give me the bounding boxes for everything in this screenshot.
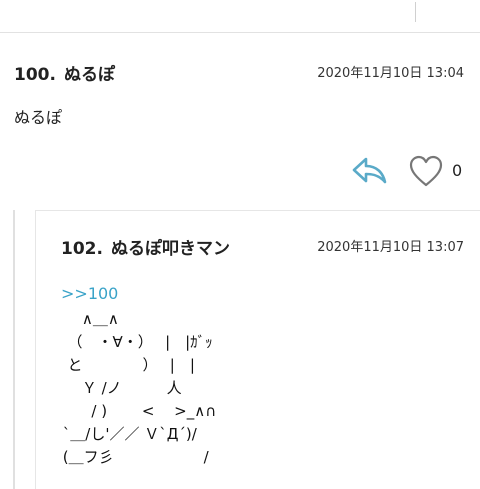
ascii-art-line: / ) < >_∧∩ (58, 402, 217, 420)
comment-number: 100. (14, 65, 56, 85)
comment-thread-page: 100. ぬるぽ 2020年11月10日 13:04 ぬるぽ 0 102. ぬるぽ叩… (0, 0, 480, 489)
ascii-art-line: `＿/し'／／ Ｖ`Д´)/ (58, 425, 197, 443)
heart-outline-icon[interactable] (408, 154, 444, 188)
reply-number: 102. (61, 239, 103, 259)
ascii-art-line: ∧＿∧ (58, 310, 119, 328)
ascii-art-line: と ） | | (58, 356, 195, 374)
reply-anchor-link[interactable]: >>100 (61, 284, 118, 303)
reply-timestamp: 2020年11月10日 13:07 (317, 240, 464, 255)
comment-author: ぬるぽ (63, 65, 115, 85)
ascii-art-line: Ｙ /ノ 人 (58, 379, 182, 397)
reply-header: 102. ぬるぽ叩きマン (61, 234, 230, 259)
reply-author: ぬるぽ叩きマン (110, 239, 230, 259)
comment-header: 100. ぬるぽ (14, 60, 115, 85)
thread-indent-line (13, 210, 15, 489)
ascii-art-line: (＿フ彡 / (58, 448, 209, 466)
ascii-art-line: （ ・∀・） | |ｶﾞｯ (58, 333, 213, 351)
like-count: 0 (452, 161, 463, 180)
previous-comment-card (0, 0, 480, 33)
divider (415, 2, 416, 22)
ascii-art: ∧＿∧ （ ・∀・） | |ｶﾞｯ と ） | | Ｙ /ノ 人 / ) < >… (58, 308, 216, 469)
comment-timestamp: 2020年11月10日 13:04 (317, 66, 464, 81)
reply-icon[interactable] (350, 155, 388, 185)
comment-body: ぬるぽ (14, 108, 63, 127)
